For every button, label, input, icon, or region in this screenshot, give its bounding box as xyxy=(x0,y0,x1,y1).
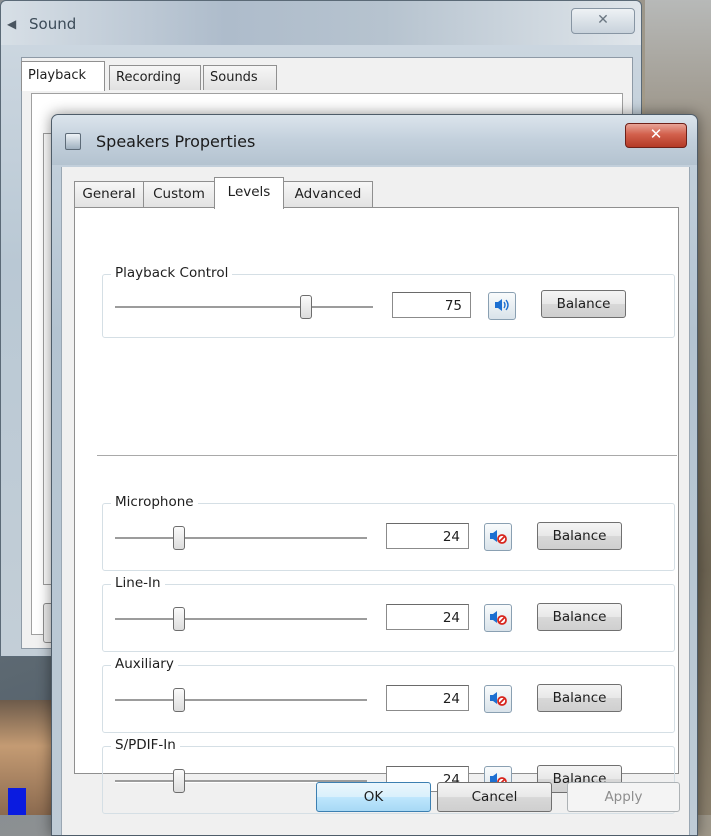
line-in-slider-thumb[interactable] xyxy=(173,607,185,631)
dialog-close-button[interactable]: ✕ xyxy=(625,123,687,148)
microphone-mute-button[interactable] xyxy=(484,523,512,551)
tab-general[interactable]: General xyxy=(74,181,144,207)
dialog-body: General Custom Levels Advanced Playback … xyxy=(61,167,690,835)
sound-title-bar[interactable]: ◀ Sound ✕ xyxy=(1,1,641,45)
line-in-label: Line-In xyxy=(111,575,165,591)
playback-control-group: Playback Control 75 Balance xyxy=(102,265,675,338)
line-in-level-value[interactable]: 24 xyxy=(386,604,469,630)
speaker-muted-icon xyxy=(490,692,507,706)
apply-button[interactable]: Apply xyxy=(567,782,680,812)
tab-recording[interactable]: Recording xyxy=(109,65,201,90)
microphone-slider-track xyxy=(115,537,367,540)
speaker-muted-icon xyxy=(490,530,507,544)
playback-slider-track xyxy=(115,306,373,309)
auxiliary-level-value[interactable]: 24 xyxy=(386,685,469,711)
tab-advanced[interactable]: Advanced xyxy=(283,181,373,207)
speaker-muted-icon xyxy=(490,611,507,625)
auxiliary-slider-thumb[interactable] xyxy=(173,688,185,712)
line-in-slider[interactable] xyxy=(115,607,367,631)
auxiliary-group: Auxiliary 24 Balance xyxy=(102,656,675,733)
playback-mute-button[interactable] xyxy=(488,292,516,320)
cancel-button[interactable]: Cancel xyxy=(437,782,552,812)
tab-levels[interactable]: Levels xyxy=(214,177,284,209)
line-in-slider-track xyxy=(115,618,367,621)
playback-level-value[interactable]: 75 xyxy=(392,292,471,318)
microphone-balance-button[interactable]: Balance xyxy=(537,522,622,550)
dialog-title: Speakers Properties xyxy=(96,132,256,151)
auxiliary-mute-button[interactable] xyxy=(484,685,512,713)
sound-window-title: Sound xyxy=(29,15,77,33)
line-in-group: Line-In 24 Balance xyxy=(102,575,675,652)
auxiliary-slider[interactable] xyxy=(115,688,367,712)
tab-playback[interactable]: Playback xyxy=(21,61,105,91)
microphone-slider[interactable] xyxy=(115,526,367,550)
tab-sounds[interactable]: Sounds xyxy=(203,65,277,90)
speaker-icon xyxy=(495,299,509,311)
sound-close-button[interactable]: ✕ xyxy=(571,8,635,34)
microphone-group: Microphone 24 Balance xyxy=(102,494,675,571)
auxiliary-balance-button[interactable]: Balance xyxy=(537,684,622,712)
desktop-taskbar-fragment xyxy=(8,788,26,815)
spdif-in-slider-thumb[interactable] xyxy=(173,769,185,793)
playback-control-label: Playback Control xyxy=(111,265,233,281)
tab-custom[interactable]: Custom xyxy=(143,181,215,207)
line-in-mute-button[interactable] xyxy=(484,604,512,632)
ok-button[interactable]: OK xyxy=(316,782,431,812)
microphone-level-value[interactable]: 24 xyxy=(386,523,469,549)
line-in-balance-button[interactable]: Balance xyxy=(537,603,622,631)
dialog-title-bar[interactable]: Speakers Properties ✕ xyxy=(52,115,697,165)
microphone-label: Microphone xyxy=(111,494,198,510)
sound-speaker-icon: ◀ xyxy=(7,17,17,31)
playback-slider-thumb[interactable] xyxy=(300,295,312,319)
auxiliary-label: Auxiliary xyxy=(111,656,178,672)
section-divider xyxy=(97,455,677,457)
microphone-slider-thumb[interactable] xyxy=(173,526,185,550)
spdif-in-label: S/PDIF-In xyxy=(111,737,180,753)
playback-slider[interactable] xyxy=(115,295,373,319)
speakers-properties-dialog: Speakers Properties ✕ General Custom Lev… xyxy=(51,114,698,836)
speaker-device-icon xyxy=(65,133,81,150)
auxiliary-slider-track xyxy=(115,699,367,702)
levels-panel: Playback Control 75 Balance Microphone 2… xyxy=(74,207,679,814)
playback-balance-button[interactable]: Balance xyxy=(541,290,626,318)
